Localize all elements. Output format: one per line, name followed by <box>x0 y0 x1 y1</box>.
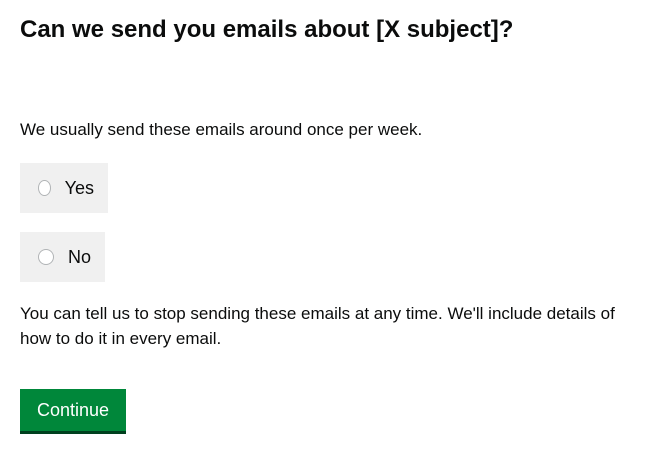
info-text: You can tell us to stop sending these em… <box>20 304 615 348</box>
option-yes[interactable]: Yes <box>20 163 108 213</box>
continue-button[interactable]: Continue <box>20 389 126 434</box>
radio-icon[interactable] <box>38 180 51 196</box>
page-title: Can we send you emails about [X subject]… <box>20 16 514 43</box>
option-label: No <box>67 246 91 267</box>
option-no[interactable]: No <box>20 232 105 282</box>
radio-icon[interactable] <box>38 249 54 265</box>
hint-text: We usually send these emails around once… <box>20 120 423 139</box>
option-label: Yes <box>64 177 94 198</box>
